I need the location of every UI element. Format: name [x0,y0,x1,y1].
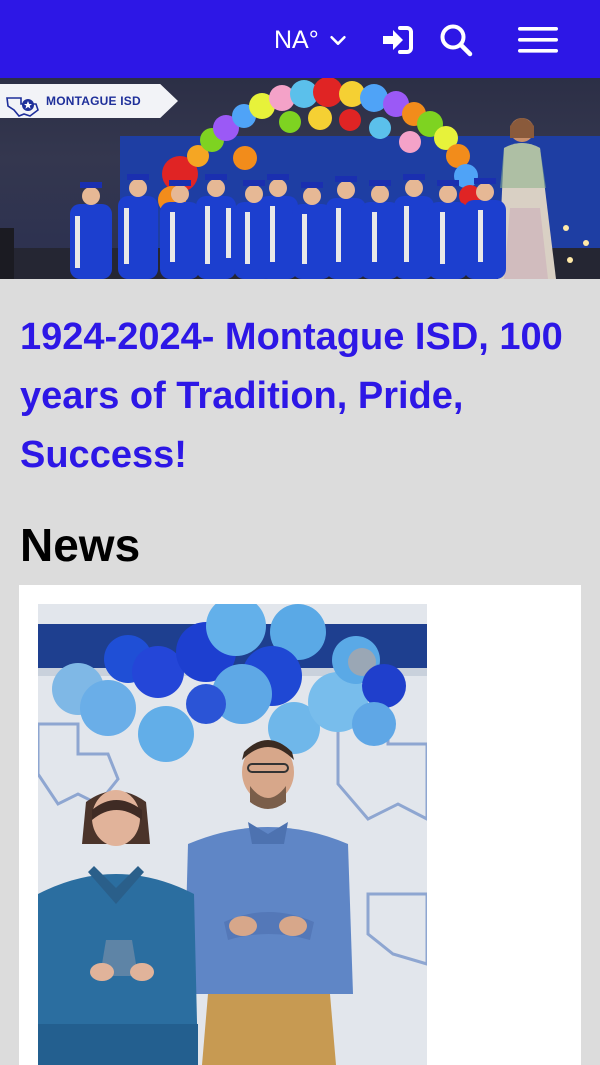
teacher-figure [498,118,556,279]
graduates-group [70,174,506,279]
login-button[interactable] [377,20,417,60]
headline-link[interactable]: 1924-2024- Montague ISD, 100 years of Tr… [20,308,580,485]
stage-lights [563,225,589,263]
search-icon [440,24,473,57]
sign-in-icon [383,26,413,54]
district-logo-text: MONTAGUE ISD [46,94,141,108]
menu-button[interactable] [516,20,560,60]
site-header: NA° [0,0,600,78]
news-section-title: News [20,519,141,571]
chevron-down-icon [330,35,346,45]
texas-star-logo-icon [6,97,39,117]
district-logo-badge[interactable]: MONTAGUE ISD [0,84,178,118]
hamburger-menu-icon [518,27,558,53]
news-card[interactable] [19,585,581,1065]
search-button[interactable] [436,20,476,60]
hero-banner: MONTAGUE ISD [0,78,600,279]
news-photo[interactable] [38,604,427,1065]
news-photo-image [38,604,427,1065]
weather-temperature: NA° [274,25,319,54]
weather-widget[interactable]: NA° [274,24,349,56]
